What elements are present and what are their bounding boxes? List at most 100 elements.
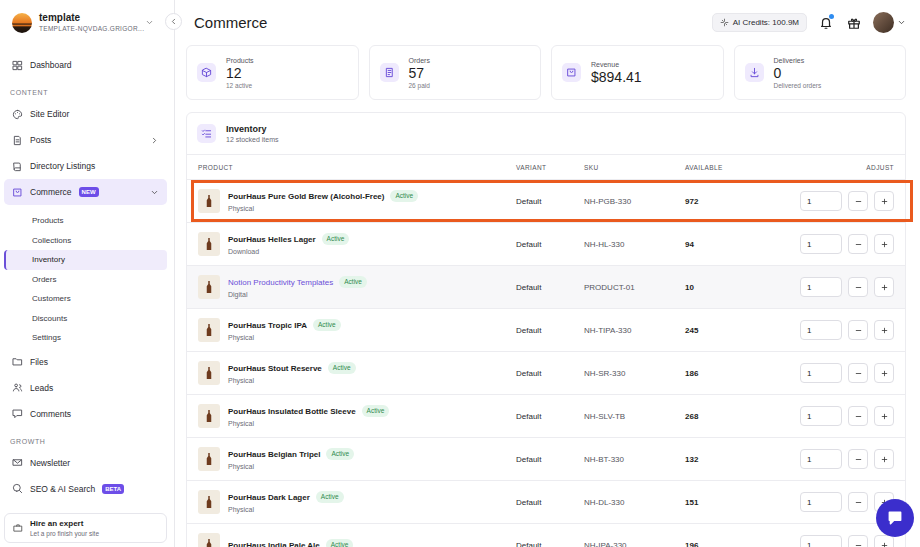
avatar	[873, 12, 894, 33]
gift-button[interactable]	[845, 14, 863, 32]
sidebar-item[interactable]: Posts	[4, 127, 167, 153]
sidebar-subitem[interactable]: Customers	[4, 289, 167, 309]
decrease-button[interactable]	[848, 277, 868, 297]
increase-button[interactable]	[874, 320, 894, 340]
product-name[interactable]: PourHaus Dark Lager	[228, 493, 310, 502]
product-name[interactable]: PourHaus Pure Gold Brew (Alcohol-Free)	[228, 192, 384, 201]
sidebar-item[interactable]: Dashboard	[4, 52, 167, 78]
sidebar-item[interactable]: Leads	[4, 375, 167, 401]
product-name[interactable]: PourHaus India Pale Ale	[228, 541, 320, 547]
sidebar-item[interactable]: SEO & AI Search BETA	[4, 476, 167, 502]
quantity-input[interactable]: 1	[800, 535, 842, 547]
sidebar-item[interactable]: Site Editor	[4, 101, 167, 127]
hire-subtitle: Let a pro finish your site	[30, 529, 99, 538]
table-row[interactable]: PourHaus Belgian Tripel Active Physical …	[187, 437, 905, 480]
bottle-icon	[203, 193, 215, 209]
table-row[interactable]: PourHaus Helles Lager Active Download De…	[187, 222, 905, 265]
variant-cell: Default	[516, 197, 584, 206]
quantity-input[interactable]: 1	[800, 234, 842, 254]
quantity-input[interactable]: 1	[800, 449, 842, 469]
table-row[interactable]: PourHaus Stout Reserve Active Physical D…	[187, 351, 905, 394]
decrease-button[interactable]	[848, 191, 868, 211]
quantity-input[interactable]: 1	[800, 406, 842, 426]
stat-label: Revenue	[591, 60, 642, 69]
variant-cell: Default	[516, 283, 584, 292]
quantity-input[interactable]: 1	[800, 191, 842, 211]
increase-button[interactable]	[874, 406, 894, 426]
table-row[interactable]: PourHaus Insulated Bottle Sleeve Active …	[187, 394, 905, 437]
product-name[interactable]: PourHaus Tropic IPA	[228, 321, 307, 330]
sku-cell: NH-BT-330	[584, 455, 685, 464]
user-menu[interactable]	[873, 12, 906, 33]
ai-credits-pill[interactable]: AI Credits: 100.9M	[712, 13, 807, 32]
product-image	[198, 318, 220, 342]
plus-icon	[880, 541, 889, 547]
increase-button[interactable]	[874, 191, 894, 211]
table-row[interactable]: Notion Productivity Templates Active Dig…	[187, 265, 905, 308]
sidebar-item[interactable]: Comments	[4, 401, 167, 427]
product-name[interactable]: PourHaus Stout Reserve	[228, 364, 322, 373]
sidebar-subitem[interactable]: Inventory	[4, 250, 167, 270]
briefcase-icon	[13, 523, 23, 533]
sidebar-item[interactable]: Newsletter	[4, 450, 167, 476]
table-row[interactable]: PourHaus Pure Gold Brew (Alcohol-Free) A…	[187, 179, 905, 222]
decrease-button[interactable]	[848, 449, 868, 469]
product-type: Physical	[228, 377, 356, 384]
variant-cell: Default	[516, 498, 584, 507]
decrease-button[interactable]	[848, 320, 868, 340]
decrease-button[interactable]	[848, 363, 868, 383]
sidebar-subitem[interactable]: Products	[4, 211, 167, 231]
increase-button[interactable]	[874, 277, 894, 297]
hire-expert-card[interactable]: Hire an expert Let a pro finish your sit…	[4, 513, 167, 543]
sidebar-subitem[interactable]: Settings	[4, 328, 167, 348]
sidebar-item[interactable]: Commerce NEW	[4, 179, 167, 205]
table-row[interactable]: PourHaus Dark Lager Active Physical Defa…	[187, 480, 905, 523]
page-title: Commerce	[194, 14, 267, 31]
sidebar-badge: BETA	[102, 484, 124, 494]
sidebar-subitem[interactable]: Discounts	[4, 309, 167, 329]
quantity-input[interactable]: 1	[800, 363, 842, 383]
workspace-switcher[interactable]: template TEMPLATE-NQVDAG.GRIGOR...	[0, 0, 174, 45]
product-image	[198, 189, 220, 213]
decrease-button[interactable]	[848, 535, 868, 547]
increase-button[interactable]	[874, 449, 894, 469]
product-name[interactable]: PourHaus Insulated Bottle Sleeve	[228, 407, 356, 416]
product-name[interactable]: PourHaus Belgian Tripel	[228, 450, 320, 459]
stat-label: Products	[226, 56, 254, 65]
increase-button[interactable]	[874, 234, 894, 254]
decrease-button[interactable]	[848, 492, 868, 512]
product-image	[198, 447, 220, 471]
sidebar-subitem[interactable]: Collections	[4, 231, 167, 251]
column-header: PRODUCT	[198, 164, 516, 171]
quantity-input[interactable]: 1	[800, 277, 842, 297]
sidebar-subitem[interactable]: Orders	[4, 270, 167, 290]
bottle-icon	[203, 365, 215, 381]
minus-icon	[854, 455, 863, 464]
variant-cell: Default	[516, 412, 584, 421]
sidebar-nav: Dashboard CONTENT Site Editor Posts Dire…	[0, 45, 174, 502]
product-name[interactable]: PourHaus Helles Lager	[228, 235, 316, 244]
decrease-button[interactable]	[848, 406, 868, 426]
increase-button[interactable]	[874, 535, 894, 547]
product-name[interactable]: Notion Productivity Templates	[228, 278, 333, 287]
collapse-sidebar-button[interactable]	[165, 13, 182, 30]
main-content: Commerce AI Credits: 100.9M Products 12 …	[175, 0, 920, 547]
sidebar-item[interactable]: Files	[4, 349, 167, 375]
table-row[interactable]: PourHaus Tropic IPA Active Physical Defa…	[187, 308, 905, 351]
table-row[interactable]: PourHaus India Pale Ale Active Default N…	[187, 523, 905, 547]
status-badge: Active	[316, 491, 344, 503]
quantity-input[interactable]: 1	[800, 320, 842, 340]
notifications-button[interactable]	[817, 14, 835, 32]
sku-cell: NH-TIPA-330	[584, 326, 685, 335]
decrease-button[interactable]	[848, 234, 868, 254]
chevron-right-icon	[150, 136, 159, 145]
minus-icon	[854, 412, 863, 421]
plus-icon	[880, 369, 889, 378]
increase-button[interactable]	[874, 363, 894, 383]
chat-button[interactable]	[876, 499, 914, 537]
quantity-input[interactable]: 1	[800, 492, 842, 512]
comment-icon	[12, 408, 23, 419]
sidebar-item[interactable]: Directory Listings	[4, 153, 167, 179]
variant-cell: Default	[516, 455, 584, 464]
product-type: Physical	[228, 205, 418, 212]
